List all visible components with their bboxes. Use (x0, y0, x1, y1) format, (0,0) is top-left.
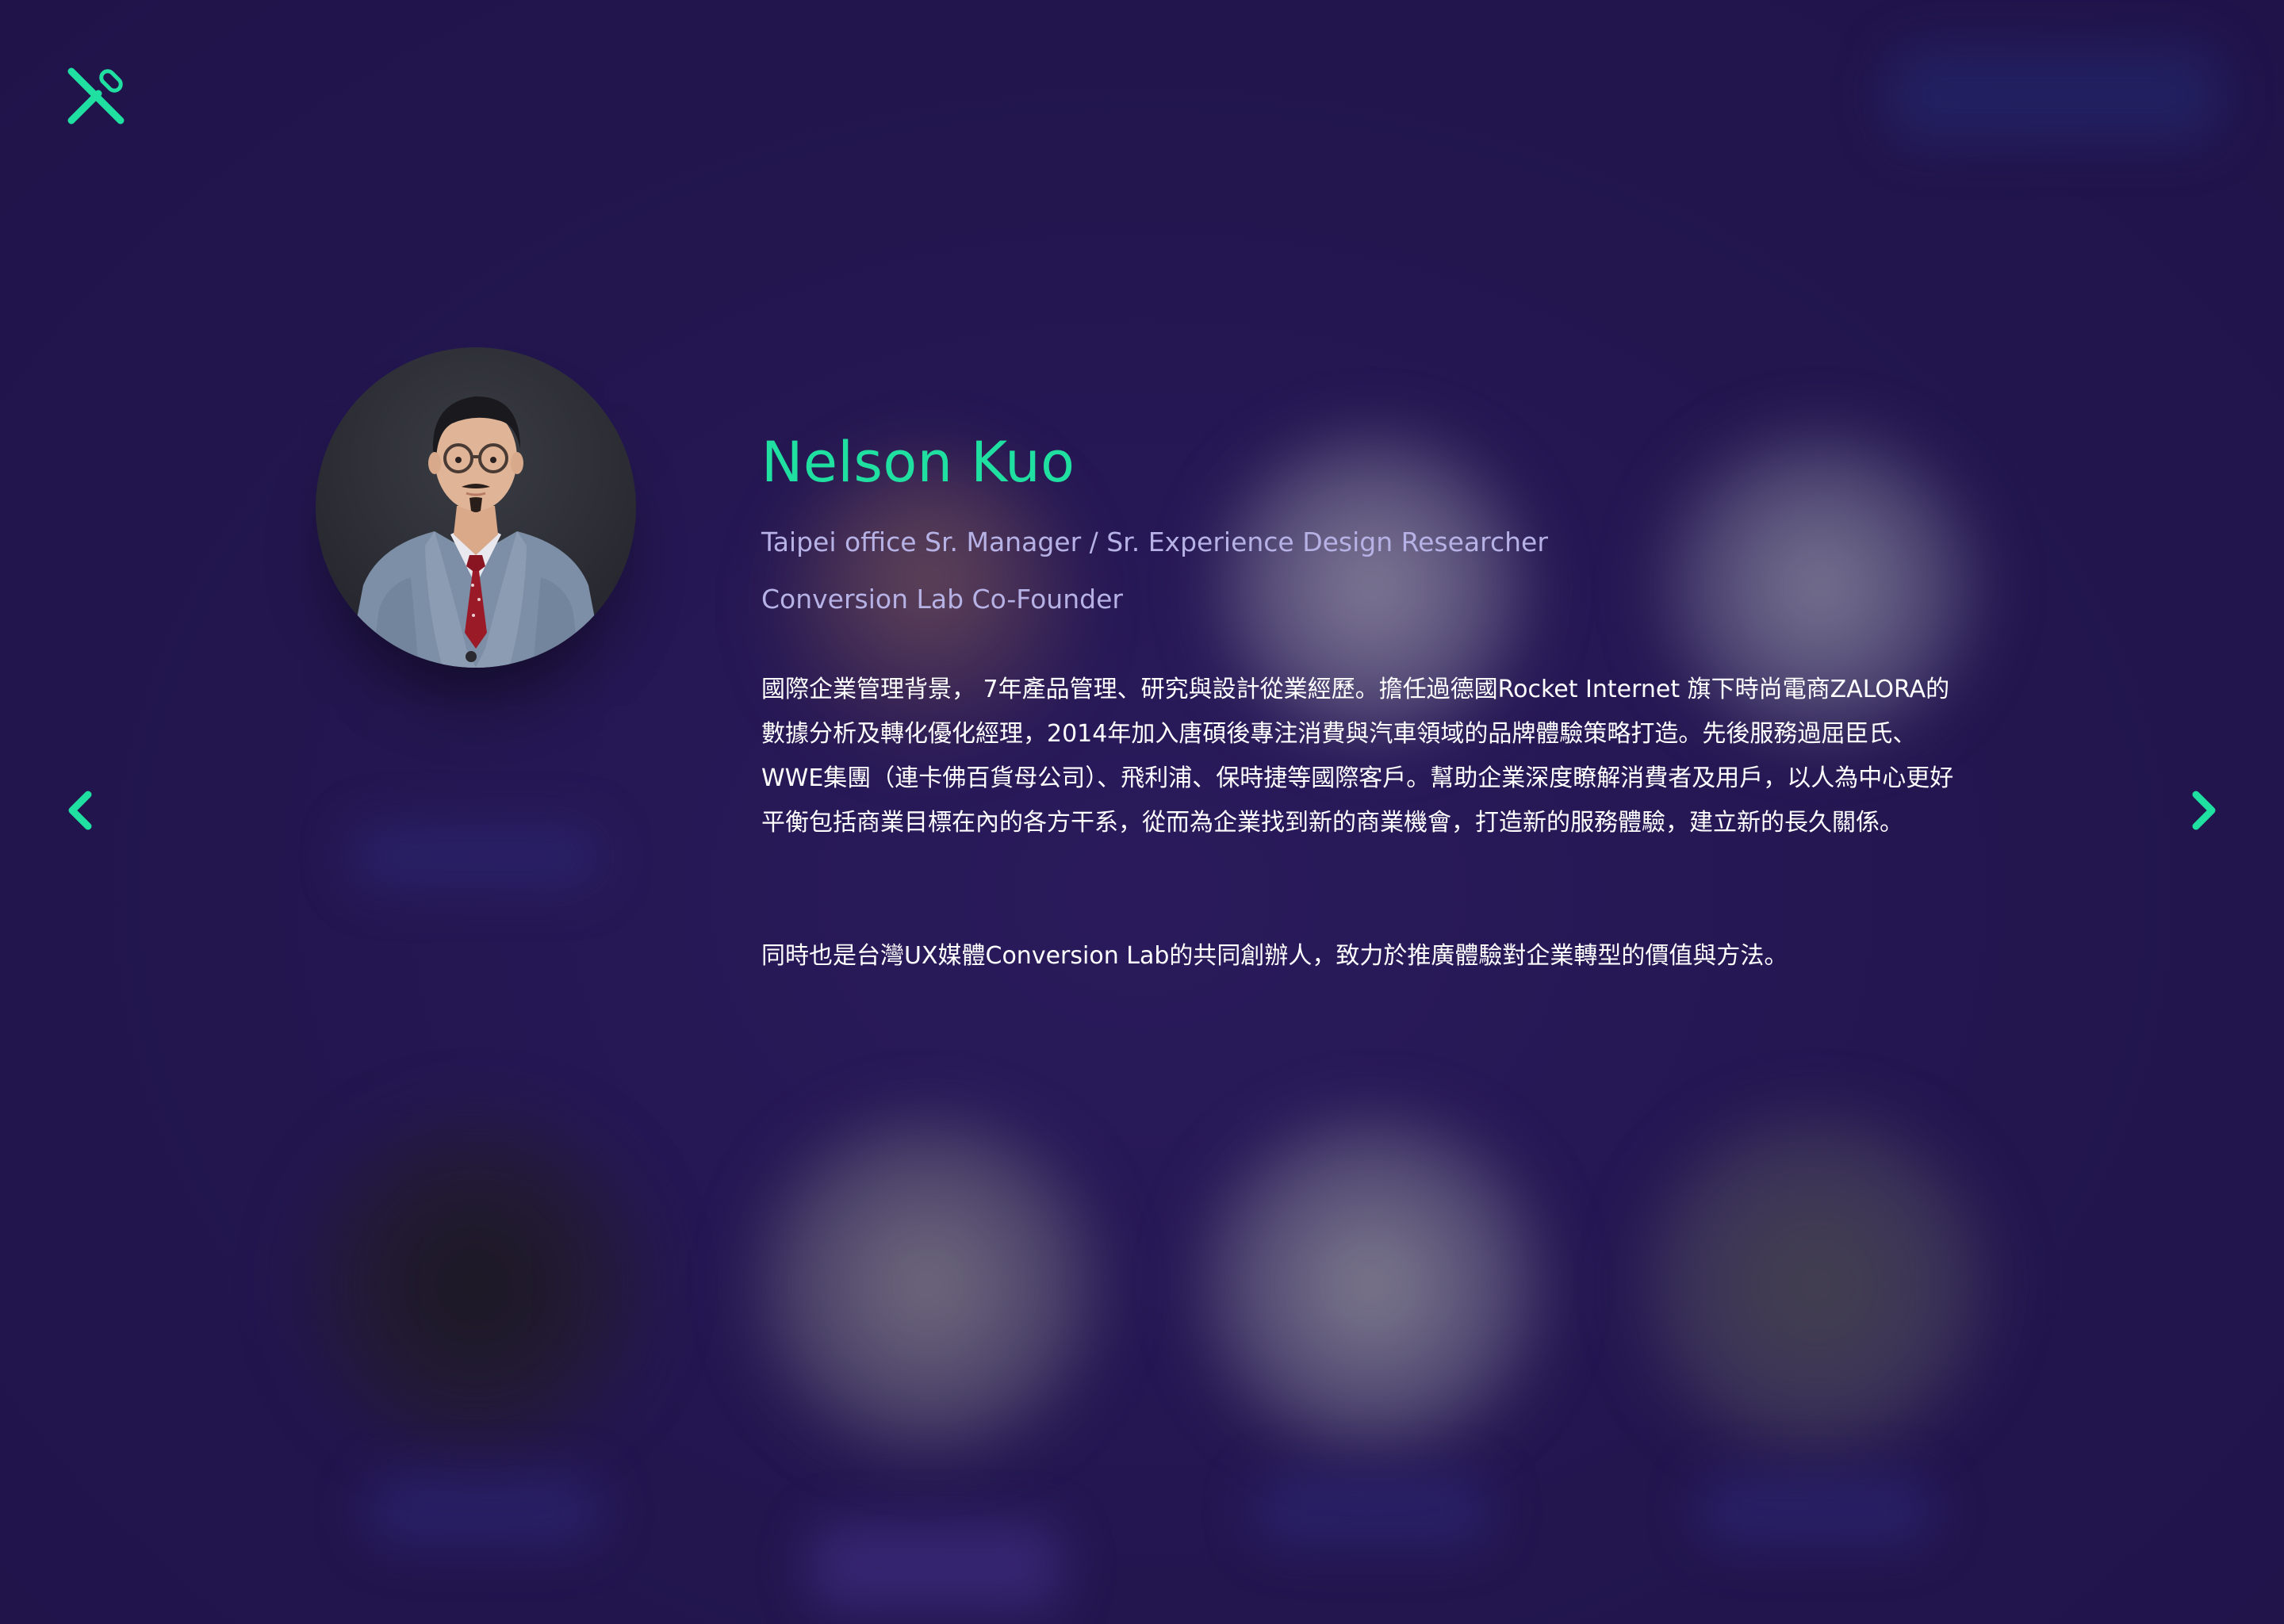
prev-member-button[interactable] (56, 785, 103, 836)
member-title: Taipei office Sr. Manager / Sr. Experien… (761, 527, 1548, 557)
member-name: Nelson Kuo (761, 430, 1075, 495)
blurred-portrait-bottom-3 (1190, 1110, 1554, 1459)
blurred-header-bar (1887, 48, 2221, 143)
next-member-button[interactable] (2181, 785, 2228, 836)
blurred-portrait-bottom-1 (293, 1110, 658, 1459)
member-bio: 國際企業管理背景， 7年產品管理、研究與設計從業經歷。擔任過德國Rocket I… (761, 676, 1954, 837)
crossed-pencil-ruler-icon (67, 67, 125, 124)
blurred-caption (1697, 1475, 1935, 1546)
chevron-left-icon (68, 791, 92, 830)
team-member-page: Nelson Kuo Taipei office Sr. Manager / S… (0, 0, 2284, 1624)
member-bio-secondary: 同時也是台灣UX媒體Conversion Lab的共同創辦人，致力於推廣體驗對企… (761, 942, 1788, 970)
blurred-portrait-bottom-4 (1634, 1110, 1998, 1459)
blurred-caption (1253, 1475, 1491, 1546)
blurred-caption (349, 825, 603, 888)
portrait-photo (347, 396, 604, 668)
profile-photo (316, 347, 636, 668)
blurred-caption (809, 1522, 1063, 1610)
member-subtitle: Conversion Lab Co-Founder (761, 584, 1123, 615)
blurred-portrait-bottom-2 (745, 1110, 1110, 1459)
logo[interactable] (63, 63, 130, 130)
blurred-caption (365, 1475, 603, 1546)
chevron-right-icon (2192, 791, 2216, 830)
